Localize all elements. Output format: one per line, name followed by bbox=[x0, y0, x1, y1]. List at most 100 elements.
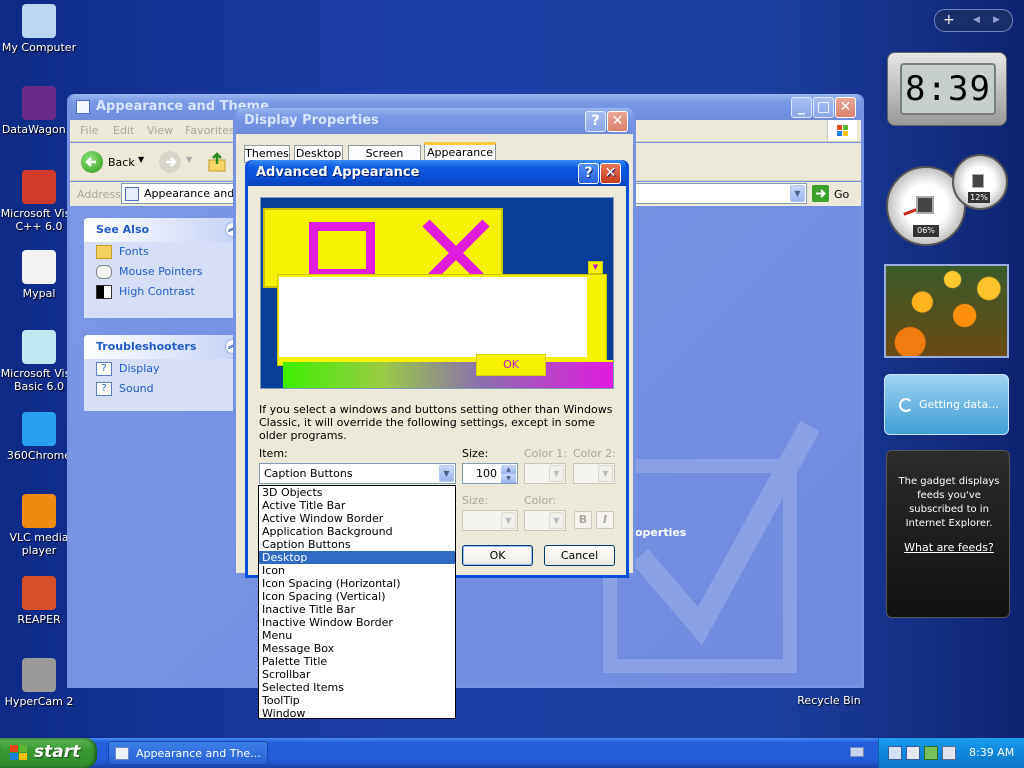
see-also-mouse-pointers[interactable]: Mouse Pointers bbox=[84, 262, 238, 282]
cancel-label: Cancel bbox=[560, 549, 599, 562]
item-select[interactable]: Caption Buttons ▼ bbox=[259, 463, 456, 484]
getting-data-label: Getting data... bbox=[919, 398, 999, 411]
see-also-fonts[interactable]: Fonts bbox=[84, 242, 238, 262]
add-gadget-icon[interactable]: + bbox=[943, 12, 955, 28]
feeds-description: The gadget displays feeds you've subscri… bbox=[898, 476, 1000, 529]
windows-logo-icon bbox=[827, 120, 857, 141]
preview-scroll-button: ▼ bbox=[588, 261, 603, 274]
preview-gradient-bar bbox=[283, 360, 613, 388]
back-arrow-icon[interactable] bbox=[81, 151, 103, 173]
display-properties-title-bar[interactable]: Display Properties ? ✕ bbox=[236, 108, 633, 134]
back-dropdown-icon[interactable]: ▼ bbox=[138, 155, 144, 164]
item-option[interactable]: Scrollbar bbox=[259, 668, 455, 681]
item-option[interactable]: Selected Items bbox=[259, 681, 455, 694]
weather-gadget[interactable]: Getting data... bbox=[884, 374, 1009, 435]
item-option[interactable]: Menu bbox=[259, 629, 455, 642]
item-option[interactable]: Desktop bbox=[259, 551, 455, 564]
item-option[interactable]: Application Background bbox=[259, 525, 455, 538]
sidebar-icon[interactable] bbox=[906, 746, 920, 760]
menu-edit[interactable]: Edit bbox=[113, 124, 134, 137]
network-icon[interactable] bbox=[888, 746, 902, 760]
help-button[interactable]: ? bbox=[578, 163, 599, 184]
item-option[interactable]: Window bbox=[259, 707, 455, 720]
previous-page-icon[interactable]: ◀ bbox=[973, 15, 980, 25]
item-option[interactable]: Caption Buttons bbox=[259, 538, 455, 551]
item-dropdown-icon[interactable]: ▼ bbox=[439, 465, 454, 482]
color2-dropdown-icon: ▼ bbox=[598, 465, 613, 482]
size-up-icon[interactable]: ▲ bbox=[501, 465, 516, 474]
what-are-feeds-link[interactable]: What are feeds? bbox=[893, 541, 1005, 554]
display-link[interactable]: Display bbox=[119, 362, 160, 375]
size-down-icon[interactable]: ▼ bbox=[501, 474, 516, 483]
mouse-pointers-link[interactable]: Mouse Pointers bbox=[119, 265, 203, 278]
keyboard-icon[interactable] bbox=[850, 747, 864, 757]
color1-dropdown-icon: ▼ bbox=[549, 465, 564, 482]
item-option[interactable]: Icon Spacing (Horizontal) bbox=[259, 577, 455, 590]
volume-icon[interactable] bbox=[942, 746, 956, 760]
forward-dropdown-icon: ▼ bbox=[186, 155, 193, 164]
item-option[interactable]: ToolTip bbox=[259, 694, 455, 707]
tab-desktop-label: Desktop bbox=[295, 147, 342, 160]
address-page-icon bbox=[125, 187, 139, 201]
close-button[interactable]: ✕ bbox=[607, 111, 628, 132]
menu-view[interactable]: View bbox=[147, 124, 173, 137]
troubleshooter-sound[interactable]: ? Sound bbox=[84, 379, 238, 399]
address-dropdown-icon[interactable]: ▼ bbox=[790, 185, 805, 202]
item-option[interactable]: Active Window Border bbox=[259, 512, 455, 525]
desktop-icon-label: My Computer bbox=[1, 41, 77, 54]
size-label: Size: bbox=[462, 447, 489, 460]
menu-file[interactable]: File bbox=[80, 124, 98, 137]
desktop-icon-label: REAPER bbox=[17, 613, 61, 626]
item-label: Item: bbox=[259, 447, 288, 460]
advanced-appearance-title-bar[interactable]: Advanced Appearance ? ✕ bbox=[248, 160, 626, 186]
clock-time[interactable]: 8:39 AM bbox=[969, 746, 1014, 759]
taskbar: start Appearance and The... 8:39 AM bbox=[0, 738, 1024, 768]
task-window-icon bbox=[115, 747, 129, 760]
maximize-button[interactable]: □ bbox=[813, 97, 834, 118]
fonts-link[interactable]: Fonts bbox=[119, 245, 149, 258]
ok-button[interactable]: OK bbox=[462, 545, 533, 566]
next-page-icon[interactable]: ▶ bbox=[993, 15, 1000, 25]
troubleshooter-display[interactable]: ? Display bbox=[84, 359, 238, 379]
see-also-heading: See Also bbox=[96, 223, 150, 236]
item-option[interactable]: 3D Objects bbox=[259, 486, 455, 499]
item-option[interactable]: Inactive Title Bar bbox=[259, 603, 455, 616]
cancel-button[interactable]: Cancel bbox=[544, 545, 615, 566]
size-input[interactable]: 100 ▲ ▼ bbox=[462, 463, 518, 484]
item-option[interactable]: Inactive Window Border bbox=[259, 616, 455, 629]
visual-basic-icon bbox=[22, 330, 56, 364]
item-dropdown-list[interactable]: 3D Objects Active Title Bar Active Window … bbox=[258, 485, 456, 720]
display-properties-link-fragment[interactable]: operties bbox=[635, 526, 686, 539]
back-label[interactable]: Back bbox=[108, 156, 135, 169]
slideshow-gadget[interactable] bbox=[884, 264, 1009, 358]
high-contrast-link[interactable]: High Contrast bbox=[119, 285, 195, 298]
item-option[interactable]: Palette Title bbox=[259, 655, 455, 668]
minimize-button[interactable]: _ bbox=[791, 97, 812, 118]
close-button[interactable]: ✕ bbox=[600, 163, 621, 184]
item-option[interactable]: Icon Spacing (Vertical) bbox=[259, 590, 455, 603]
close-button[interactable]: ✕ bbox=[835, 97, 856, 118]
recycle-bin-label[interactable]: Recycle Bin bbox=[790, 694, 868, 707]
menu-favorites[interactable]: Favorites bbox=[185, 124, 235, 137]
start-button[interactable]: start bbox=[0, 738, 97, 768]
forward-arrow-icon[interactable] bbox=[159, 151, 181, 173]
sound-link[interactable]: Sound bbox=[119, 382, 154, 395]
taskbar-task-appearance[interactable]: Appearance and The... bbox=[108, 741, 268, 765]
desktop-icon-my-computer[interactable]: My Computer bbox=[0, 4, 78, 54]
go-arrow-icon[interactable] bbox=[812, 185, 829, 202]
item-select-value: Caption Buttons bbox=[264, 467, 353, 480]
item-option[interactable]: Icon bbox=[259, 564, 455, 577]
tab-appearance-label: Appearance bbox=[426, 146, 494, 159]
item-option[interactable]: Active Title Bar bbox=[259, 499, 455, 512]
see-also-high-contrast[interactable]: High Contrast bbox=[84, 282, 238, 302]
windows-flag-icon bbox=[10, 745, 28, 761]
clock-gadget[interactable]: 8:39 bbox=[887, 52, 1007, 126]
item-option[interactable]: Message Box bbox=[259, 642, 455, 655]
mouse-icon bbox=[96, 265, 112, 279]
system-tray: 8:39 AM bbox=[878, 738, 1024, 768]
up-folder-icon[interactable] bbox=[207, 152, 229, 172]
help-button[interactable]: ? bbox=[585, 111, 606, 132]
go-label[interactable]: Go bbox=[834, 188, 849, 201]
cpu-percent: 06% bbox=[913, 225, 939, 237]
safely-remove-icon[interactable] bbox=[924, 746, 938, 760]
